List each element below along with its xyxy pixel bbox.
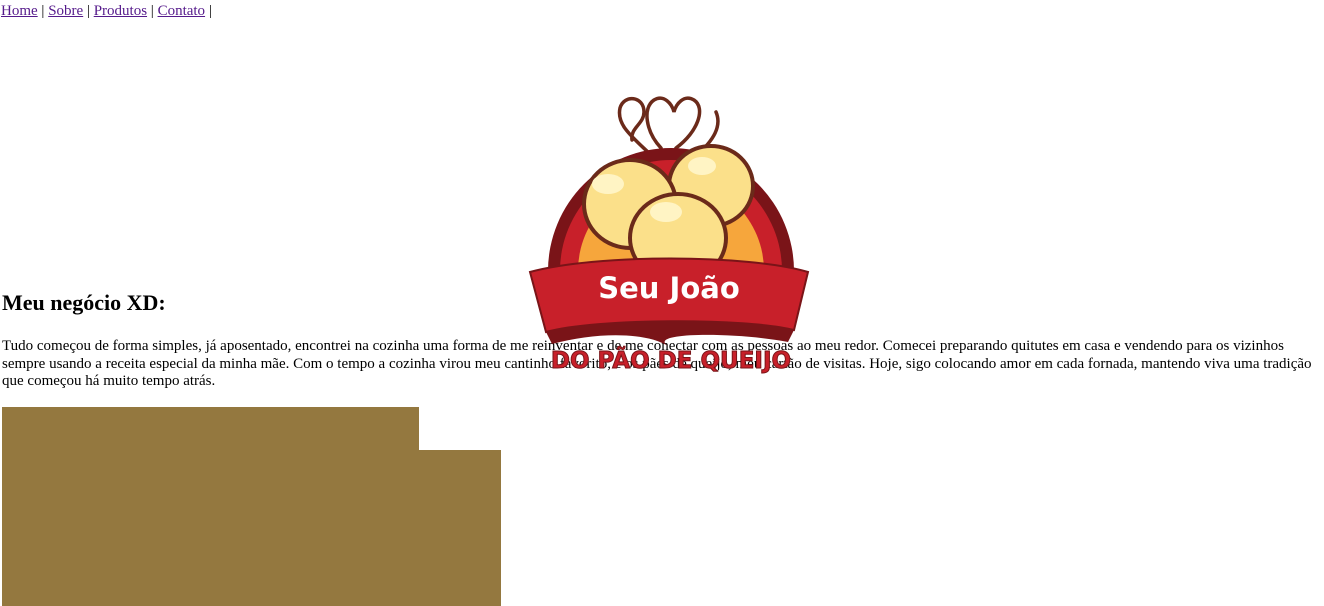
nav-link-sobre[interactable]: Sobre — [48, 3, 83, 19]
logo-title: Seu João — [598, 271, 740, 305]
nav-link-home[interactable]: Home — [1, 3, 38, 19]
nav-link-produtos[interactable]: Produtos — [94, 3, 147, 19]
nav-separator: | — [37, 3, 49, 19]
heart-icon — [645, 96, 702, 150]
nav-separator: | — [147, 3, 158, 19]
nav-link-contato[interactable]: Contato — [158, 3, 206, 19]
nav-separator: | — [83, 3, 94, 19]
nav-separator: | — [205, 3, 212, 19]
image-placeholder — [2, 450, 501, 606]
top-nav: Home | Sobre | Produtos | Contato | — [1, 3, 212, 20]
brand-logo: Seu João DO PÃO DE QUEIJO — [528, 96, 810, 375]
logo-subtitle: DO PÃO DE QUEIJO — [551, 346, 791, 374]
page-heading: Meu negócio XD: — [2, 290, 166, 315]
